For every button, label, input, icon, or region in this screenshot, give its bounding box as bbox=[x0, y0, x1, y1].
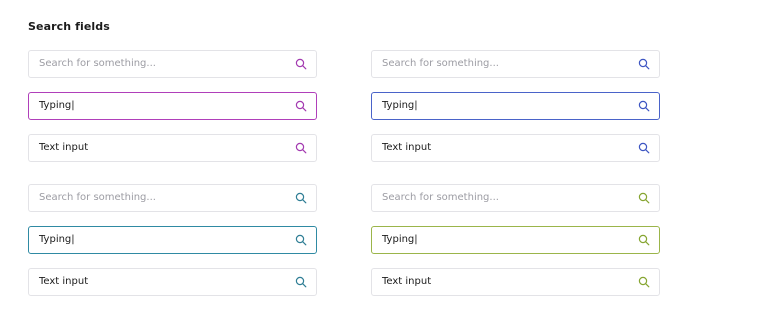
search-field-blue-focused[interactable]: Typing| bbox=[371, 92, 660, 120]
search-icon[interactable] bbox=[638, 234, 650, 246]
search-fields-showcase: Search fields Search for something... Ty… bbox=[0, 0, 759, 329]
search-icon[interactable] bbox=[295, 100, 307, 112]
search-field-olive-filled[interactable]: Text input bbox=[371, 268, 660, 296]
search-value: Text input bbox=[39, 276, 89, 287]
search-field-purple-empty[interactable]: Search for something... bbox=[28, 50, 317, 78]
search-placeholder: Search for something... bbox=[382, 58, 499, 69]
search-icon[interactable] bbox=[295, 192, 307, 204]
search-value: Typing| bbox=[39, 234, 75, 245]
search-icon[interactable] bbox=[638, 58, 650, 70]
search-placeholder: Search for something... bbox=[39, 58, 156, 69]
search-icon[interactable] bbox=[638, 192, 650, 204]
search-icon[interactable] bbox=[295, 58, 307, 70]
search-field-purple-focused[interactable]: Typing| bbox=[28, 92, 317, 120]
search-icon[interactable] bbox=[295, 142, 307, 154]
search-value: Typing| bbox=[39, 100, 75, 111]
search-field-teal-filled[interactable]: Text input bbox=[28, 268, 317, 296]
search-placeholder: Search for something... bbox=[39, 192, 156, 203]
search-value: Text input bbox=[382, 142, 432, 153]
search-icon[interactable] bbox=[638, 142, 650, 154]
search-field-blue-filled[interactable]: Text input bbox=[371, 134, 660, 162]
search-value: Text input bbox=[382, 276, 432, 287]
search-field-purple-filled[interactable]: Text input bbox=[28, 134, 317, 162]
search-field-blue-empty[interactable]: Search for something... bbox=[371, 50, 660, 78]
search-icon[interactable] bbox=[295, 234, 307, 246]
search-icon[interactable] bbox=[638, 276, 650, 288]
search-field-teal-focused[interactable]: Typing| bbox=[28, 226, 317, 254]
search-field-olive-empty[interactable]: Search for something... bbox=[371, 184, 660, 212]
search-value: Typing| bbox=[382, 100, 418, 111]
search-field-olive-focused[interactable]: Typing| bbox=[371, 226, 660, 254]
search-value: Typing| bbox=[382, 234, 418, 245]
search-value: Text input bbox=[39, 142, 89, 153]
section-title: Search fields bbox=[28, 20, 110, 33]
search-field-teal-empty[interactable]: Search for something... bbox=[28, 184, 317, 212]
search-icon[interactable] bbox=[295, 276, 307, 288]
search-icon[interactable] bbox=[638, 100, 650, 112]
search-placeholder: Search for something... bbox=[382, 192, 499, 203]
